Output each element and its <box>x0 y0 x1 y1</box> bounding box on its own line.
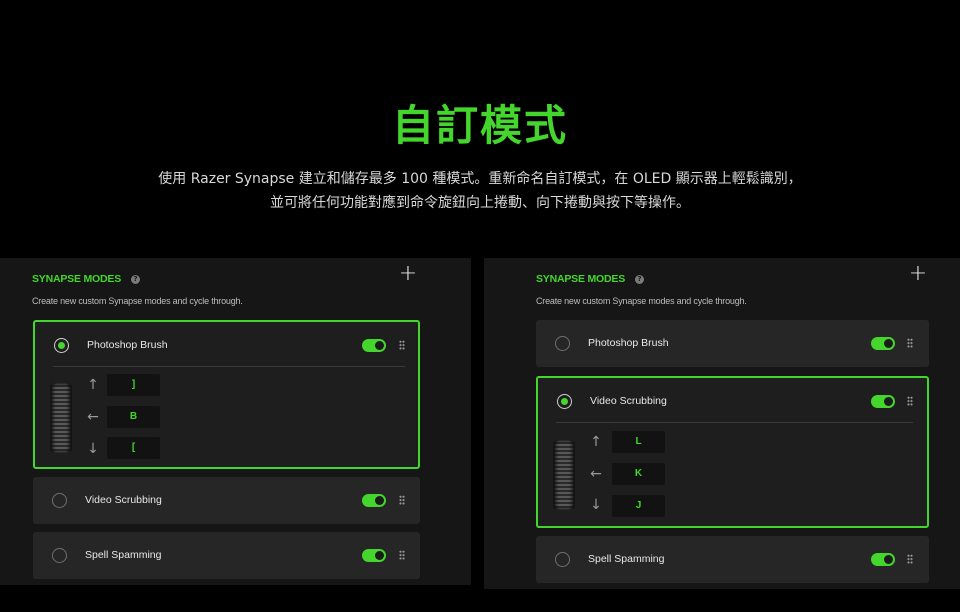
binding-scroll-up[interactable]: L <box>612 431 665 453</box>
mode-toggle[interactable] <box>362 339 386 352</box>
binding-scroll-down[interactable]: [ <box>107 437 160 459</box>
mode-card-spell-spamming[interactable]: Spell Spamming <box>536 536 929 583</box>
drag-handle-icon[interactable] <box>399 550 405 560</box>
panel-header: SYNAPSE MODES ? <box>32 269 141 289</box>
drag-handle-icon[interactable] <box>399 495 405 505</box>
mode-card-video-scrubbing[interactable]: Video Scrubbing <box>33 477 420 524</box>
mode-card-spell-spamming[interactable]: Spell Spamming <box>33 532 420 579</box>
binding-press[interactable]: B <box>107 406 160 428</box>
mode-toggle[interactable] <box>871 337 895 350</box>
synapse-modes-panel-left: SYNAPSE MODES ? + Create new custom Syna… <box>0 258 471 585</box>
command-dial-icon <box>50 383 72 453</box>
mode-row[interactable]: Photoshop Brush <box>35 322 418 368</box>
panel-header: SYNAPSE MODES ? <box>536 269 645 289</box>
synapse-modes-panel-right: SYNAPSE MODES ? + Create new custom Syna… <box>484 258 960 589</box>
scroll-up-icon: ↑ <box>87 377 99 393</box>
press-icon: ← <box>590 466 602 482</box>
press-icon: ← <box>87 409 99 425</box>
mode-radio[interactable] <box>555 552 570 567</box>
mode-row[interactable]: Video Scrubbing <box>538 378 927 424</box>
hero-description: 使用 Razer Synapse 建立和儲存最多 100 種模式。重新命名自訂模… <box>0 167 960 215</box>
drag-handle-icon[interactable] <box>907 338 913 348</box>
mode-name: Video Scrubbing <box>85 494 162 506</box>
mode-radio[interactable] <box>555 336 570 351</box>
add-mode-button[interactable]: + <box>908 263 928 285</box>
panel-title: SYNAPSE MODES <box>536 273 626 285</box>
drag-handle-icon[interactable] <box>907 396 913 406</box>
mode-toggle[interactable] <box>871 553 895 566</box>
scroll-down-icon: ↓ <box>87 441 99 457</box>
binding-press[interactable]: K <box>612 463 665 485</box>
mode-card-video-scrubbing[interactable]: Video Scrubbing ↑ ← ↓ L K J <box>536 376 929 528</box>
scroll-down-icon: ↓ <box>590 497 602 513</box>
hero-description-line-1: 使用 Razer Synapse 建立和儲存最多 100 種模式。重新命名自訂模… <box>158 171 802 187</box>
binding-scroll-up[interactable]: ] <box>107 374 160 396</box>
scroll-up-icon: ↑ <box>590 434 602 450</box>
panel-title: SYNAPSE MODES <box>32 273 122 285</box>
add-mode-button[interactable]: + <box>398 263 418 285</box>
mode-name: Spell Spamming <box>85 549 162 561</box>
mode-name: Spell Spamming <box>588 553 665 565</box>
mode-card-photoshop-brush[interactable]: Photoshop Brush <box>536 320 929 367</box>
card-divider <box>53 366 405 367</box>
mode-name: Video Scrubbing <box>590 395 667 407</box>
card-divider <box>556 422 913 423</box>
drag-handle-icon[interactable] <box>399 340 405 350</box>
mode-radio-selected[interactable] <box>557 394 572 409</box>
help-icon[interactable]: ? <box>131 274 141 284</box>
mode-name: Photoshop Brush <box>87 339 168 351</box>
binding-scroll-down[interactable]: J <box>612 495 665 517</box>
mode-radio[interactable] <box>52 548 67 563</box>
mode-radio[interactable] <box>52 493 67 508</box>
mode-toggle[interactable] <box>871 395 895 408</box>
hero-title: 自訂模式 <box>391 101 568 150</box>
mode-radio-selected[interactable] <box>54 338 69 353</box>
mode-card-photoshop-brush[interactable]: Photoshop Brush ↑ ← ↓ ] B [ <box>33 320 420 469</box>
panel-subtitle: Create new custom Synapse modes and cycl… <box>32 296 243 306</box>
command-dial-icon <box>553 440 575 510</box>
mode-toggle[interactable] <box>362 494 386 507</box>
drag-handle-icon[interactable] <box>907 554 913 564</box>
panel-subtitle: Create new custom Synapse modes and cycl… <box>536 296 747 306</box>
mode-name: Photoshop Brush <box>588 337 669 349</box>
help-icon[interactable]: ? <box>635 274 645 284</box>
mode-toggle[interactable] <box>362 549 386 562</box>
hero-description-line-2: 並可將任何功能對應到命令旋鈕向上捲動、向下捲動與按下等操作。 <box>270 195 690 211</box>
